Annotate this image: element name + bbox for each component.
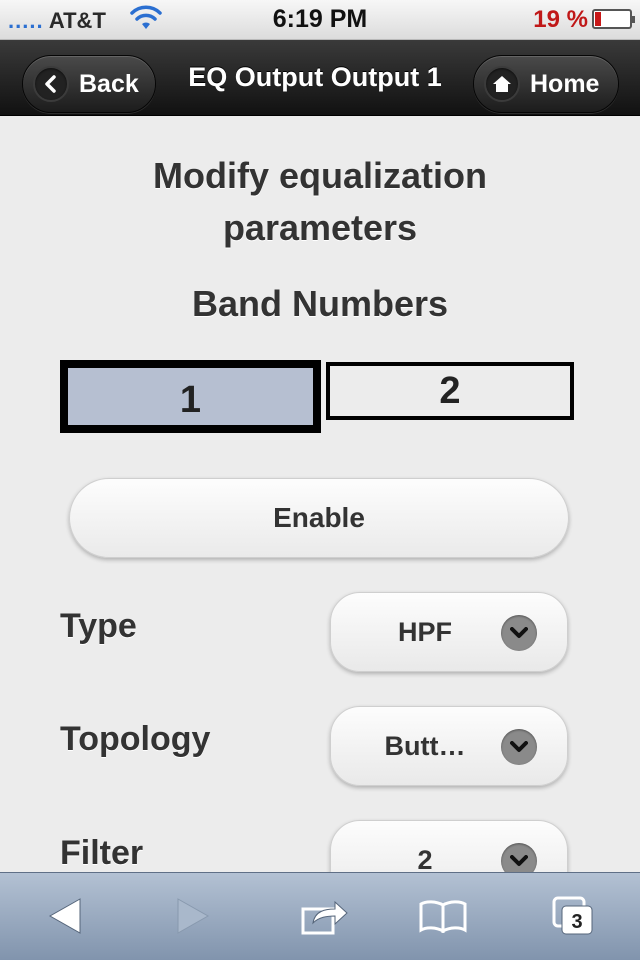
band-1-button[interactable]: 1 — [60, 360, 321, 433]
home-icon — [484, 66, 520, 102]
home-button[interactable]: Home — [473, 55, 619, 113]
battery-percent: 19 % — [533, 6, 588, 33]
bookmarks-button[interactable] — [418, 893, 468, 939]
chevron-left-icon — [33, 66, 69, 102]
share-icon — [301, 900, 348, 935]
filter-label: Filter — [60, 834, 144, 872]
type-select[interactable]: HPF — [330, 592, 568, 672]
book-icon — [419, 900, 467, 933]
arrow-left-icon — [48, 898, 81, 934]
band-numbers-heading: Band Numbers — [191, 283, 449, 324]
back-label: Back — [79, 69, 139, 98]
page-heading: Modify equalization parameters — [0, 150, 640, 254]
chevron-down-icon — [501, 729, 537, 765]
topology-select[interactable]: Butt… — [330, 706, 568, 786]
type-label: Type — [60, 607, 137, 645]
topology-value: Butt… — [384, 731, 466, 761]
pages-icon: 3 — [552, 896, 593, 935]
chevron-down-icon — [501, 615, 537, 651]
heading-line-1: Modify equalization — [152, 155, 487, 196]
tabs-button[interactable]: 3 — [548, 893, 598, 939]
topology-label: Topology — [60, 720, 211, 758]
share-button[interactable] — [300, 893, 350, 939]
browser-forward-button[interactable] — [168, 893, 218, 939]
chevron-down-icon — [501, 843, 537, 872]
filter-value: 2 — [417, 845, 433, 872]
band-2-button[interactable]: 2 — [326, 362, 574, 420]
heading-line-2: parameters — [222, 207, 418, 248]
browser-toolbar: 3 — [0, 872, 640, 960]
home-label: Home — [530, 69, 600, 98]
battery-nub — [632, 16, 635, 23]
browser-back-button[interactable] — [40, 893, 90, 939]
filter-select[interactable]: 2 — [330, 820, 568, 872]
back-button[interactable]: Back — [22, 55, 156, 113]
tab-count: 3 — [571, 911, 582, 933]
status-bar: ..... AT&T 6:19 PM 19 % — [0, 0, 640, 40]
page-title: EQ Output Output 1 — [188, 62, 442, 92]
battery-icon — [592, 9, 635, 29]
type-value: HPF — [398, 617, 452, 647]
battery-fill — [595, 12, 601, 26]
enable-button[interactable]: Enable — [69, 478, 569, 558]
arrow-right-icon — [177, 898, 210, 934]
navigation-header: Back EQ Output Output 1 Home — [0, 40, 640, 116]
main-content[interactable]: Modify equalization parameters Band Numb… — [0, 117, 640, 872]
